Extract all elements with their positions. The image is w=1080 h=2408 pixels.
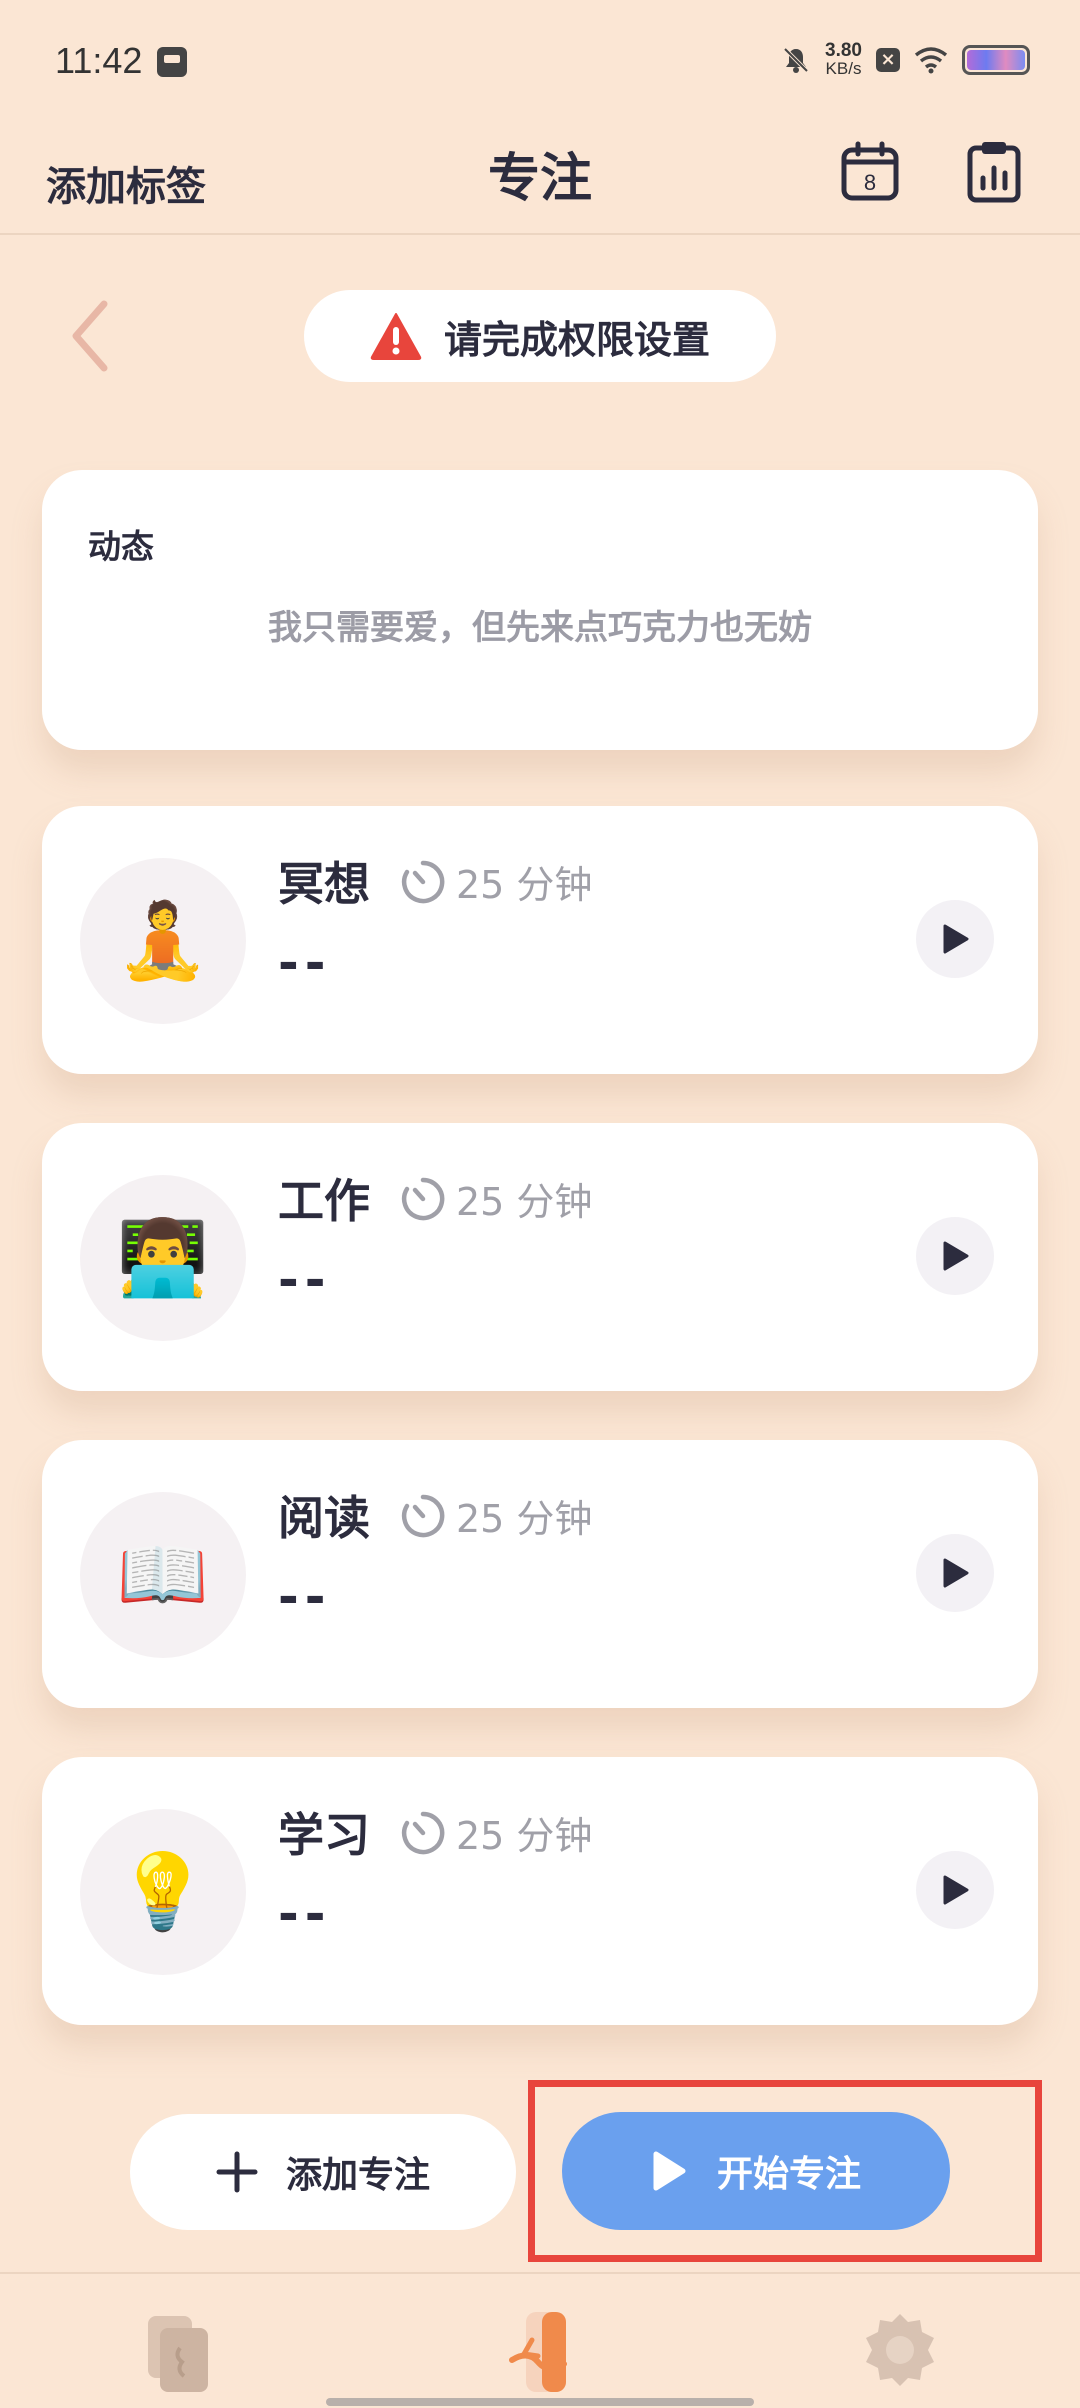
chevron-left-icon[interactable] bbox=[66, 296, 116, 376]
permission-label: 请完成权限设置 bbox=[443, 317, 710, 362]
status-icons: 3.80 KB/s × bbox=[781, 40, 1030, 78]
focus-last-record: -- bbox=[278, 1568, 332, 1626]
play-icon bbox=[943, 1875, 969, 1905]
highlight-annotation-box bbox=[528, 2080, 1042, 2262]
settings-gear-icon[interactable] bbox=[862, 2312, 938, 2388]
play-icon bbox=[943, 924, 969, 954]
focus-timer: 25 分钟 bbox=[400, 1171, 592, 1226]
lightbulb-emoji-icon: 💡 bbox=[80, 1809, 246, 1975]
play-button[interactable] bbox=[916, 1534, 994, 1612]
work-emoji-icon: 👨‍💻 bbox=[80, 1175, 246, 1341]
focus-last-record: -- bbox=[278, 1251, 332, 1309]
dynamic-quote: 我只需要爱，但先来点巧克力也无妨 bbox=[268, 608, 812, 648]
focus-duration: 25 分钟 bbox=[456, 1180, 593, 1224]
focus-timer: 25 分钟 bbox=[400, 854, 592, 909]
dynamic-card: 动态 我只需要爱，但先来点巧克力也无妨 bbox=[42, 470, 1038, 750]
play-button[interactable] bbox=[916, 1851, 994, 1929]
network-speed: 3.80 KB/s bbox=[825, 40, 862, 78]
focus-card-meditation[interactable]: 🧘 冥想 25 分钟 -- bbox=[42, 806, 1038, 1074]
play-button[interactable] bbox=[916, 1217, 994, 1295]
bottom-nav bbox=[0, 2272, 1080, 2408]
focus-duration: 25 分钟 bbox=[456, 1497, 593, 1541]
network-speed-unit: KB/s bbox=[825, 59, 862, 78]
app-header: 添加标签 专注 8 bbox=[0, 130, 1080, 235]
focus-name: 工作 bbox=[278, 1174, 370, 1228]
timer-icon bbox=[401, 1494, 445, 1537]
focus-name: 学习 bbox=[278, 1808, 370, 1862]
focus-duration: 25 分钟 bbox=[456, 863, 593, 907]
page-title: 专注 bbox=[487, 149, 592, 209]
cards-tab-icon[interactable] bbox=[144, 2314, 212, 2394]
play-button[interactable] bbox=[916, 900, 994, 978]
calendar-day: 8 bbox=[864, 170, 876, 195]
focus-name: 冥想 bbox=[278, 857, 370, 911]
focus-last-record: -- bbox=[278, 934, 332, 992]
home-indicator[interactable] bbox=[326, 2398, 754, 2406]
bell-off-icon bbox=[783, 47, 809, 73]
timer-icon bbox=[401, 1811, 445, 1854]
focus-last-record: -- bbox=[278, 1885, 332, 1943]
add-focus-label: 添加专注 bbox=[285, 2155, 430, 2196]
network-speed-value: 3.80 bbox=[825, 40, 862, 61]
focus-card-study[interactable]: 💡 学习 25 分钟 -- bbox=[42, 1757, 1038, 2025]
play-icon bbox=[943, 1241, 969, 1271]
focus-card-work[interactable]: 👨‍💻 工作 25 分钟 -- bbox=[42, 1123, 1038, 1391]
notification-x-icon: × bbox=[876, 48, 900, 72]
status-time: 11:42 bbox=[55, 40, 143, 81]
focus-timer: 25 分钟 bbox=[400, 1805, 592, 1860]
meditation-emoji-icon: 🧘 bbox=[80, 858, 246, 1024]
add-focus-button[interactable]: 添加专注 bbox=[130, 2114, 516, 2230]
plus-icon bbox=[216, 2151, 258, 2193]
play-icon bbox=[943, 1558, 969, 1588]
timer-icon bbox=[401, 860, 445, 903]
warning-icon bbox=[370, 313, 422, 360]
battery-icon bbox=[962, 45, 1030, 75]
focus-tab-icon[interactable] bbox=[508, 2310, 572, 2396]
focus-name: 阅读 bbox=[278, 1491, 370, 1545]
wifi-icon bbox=[914, 47, 948, 74]
stats-clipboard-icon[interactable] bbox=[966, 138, 1022, 204]
focus-timer: 25 分钟 bbox=[400, 1488, 592, 1543]
calendar-icon[interactable]: 8 bbox=[840, 140, 900, 202]
dynamic-title: 动态 bbox=[88, 527, 154, 566]
book-emoji-icon: 📖 bbox=[80, 1492, 246, 1658]
focus-card-reading[interactable]: 📖 阅读 25 分钟 -- bbox=[42, 1440, 1038, 1708]
permission-setup-button[interactable]: 请完成权限设置 bbox=[304, 290, 776, 382]
focus-duration: 25 分钟 bbox=[456, 1814, 593, 1858]
status-bar: 11:42 3.80 KB/s × bbox=[0, 0, 1080, 130]
timer-icon bbox=[401, 1177, 445, 1220]
sim-card-icon bbox=[157, 47, 187, 77]
focus-screen: 11:42 3.80 KB/s × 添加标签 专注 8 请完成权限设置 动态 我… bbox=[0, 0, 1080, 2408]
